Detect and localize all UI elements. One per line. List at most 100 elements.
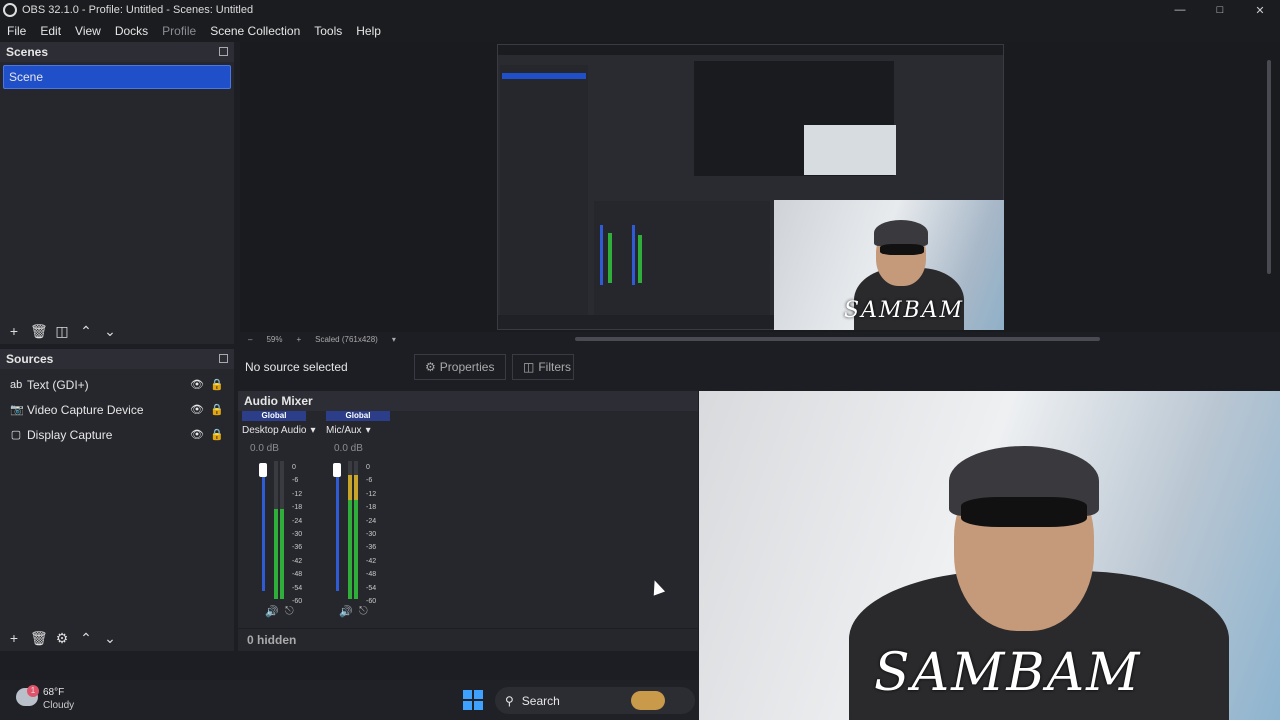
weather-condition: Cloudy xyxy=(43,700,75,711)
maximize-button[interactable]: □ xyxy=(1200,0,1240,20)
meter-segment xyxy=(274,509,278,599)
meter-segment xyxy=(348,499,352,599)
meter-ticks: 0 -6 -12 -18 -24 -30 -36 -42 -48 -54 -60 xyxy=(292,461,302,608)
filters-button[interactable]: ◫ Filters xyxy=(512,354,574,380)
level-meter xyxy=(274,461,278,599)
menu-scene-collection[interactable]: Scene Collection xyxy=(203,24,307,38)
eye-icon[interactable]: 👁 xyxy=(190,428,204,441)
source-item[interactable]: ▢ Display Capture 👁 🔒 xyxy=(0,422,234,447)
properties-label: Properties xyxy=(439,360,495,374)
meter-segment xyxy=(354,499,358,599)
meter-tick: -36 xyxy=(292,544,303,552)
monitor-audio-icon[interactable]: ⎋ xyxy=(285,605,294,618)
meter-tick: -30 xyxy=(366,531,377,539)
menu-edit[interactable]: Edit xyxy=(33,24,68,38)
chevron-down-icon[interactable]: ▾ xyxy=(311,425,316,436)
audio-mixer-title: Audio Mixer xyxy=(244,394,313,408)
lock-icon[interactable]: 🔒 xyxy=(210,428,224,441)
camera-icon: 📷 xyxy=(10,404,24,416)
menu-help[interactable]: Help xyxy=(349,24,388,38)
meter-segment xyxy=(280,509,284,599)
speaker-icon[interactable]: 🔊 xyxy=(339,605,353,618)
search-icon: ⚲ xyxy=(505,693,514,708)
add-icon[interactable]: + xyxy=(6,323,22,339)
meter-ticks: 0 -6 -12 -18 -24 -30 -36 -42 -48 -54 -60 xyxy=(366,461,376,608)
meter-tick: -12 xyxy=(366,490,377,498)
menu-file[interactable]: File xyxy=(0,24,33,38)
scale-mode[interactable]: Scaled (761x428) xyxy=(315,335,378,344)
source-label: Display Capture xyxy=(27,427,113,442)
meter-tick: -6 xyxy=(292,477,299,485)
meter-tick: -6 xyxy=(366,477,373,485)
channel-db: 0.0 dB xyxy=(334,443,363,454)
filter-icon[interactable]: ◫ xyxy=(54,323,70,340)
minimize-button[interactable]: — xyxy=(1160,0,1200,20)
taskbar-search[interactable]: ⚲ Search xyxy=(495,687,695,714)
sources-header: Sources xyxy=(0,349,234,369)
properties-button[interactable]: ⚙ Properties xyxy=(414,354,506,380)
channel-db: 0.0 dB xyxy=(250,443,279,454)
undock-icon[interactable] xyxy=(219,354,228,363)
menu-tools[interactable]: Tools xyxy=(307,24,349,38)
volume-knob[interactable] xyxy=(259,463,267,477)
move-down-icon[interactable]: ⌄ xyxy=(102,323,118,340)
notification-badge: 1 xyxy=(27,685,39,697)
source-item[interactable]: ab Text (GDI+) 👁 🔒 xyxy=(0,372,234,397)
scenes-toolbar: + 🗑 ◫ ⌃ ⌄ xyxy=(0,320,118,342)
scene-item-label: Scene xyxy=(9,70,44,84)
move-up-icon[interactable]: ⌃ xyxy=(78,323,94,340)
meter-tick: -12 xyxy=(292,490,303,498)
trash-icon[interactable]: 🗑 xyxy=(30,323,48,340)
meter-segment xyxy=(354,474,358,500)
meter-tick: -30 xyxy=(292,531,303,539)
zoom-out-icon[interactable]: – xyxy=(248,335,252,344)
gear-icon[interactable]: ⚙ xyxy=(54,630,70,647)
monitor-icon: ▢ xyxy=(10,429,22,441)
scenes-title: Scenes xyxy=(6,45,49,59)
close-button[interactable]: ✕ xyxy=(1240,0,1280,20)
add-icon[interactable]: + xyxy=(6,630,22,646)
zoom-level: 59% xyxy=(266,334,283,344)
meter-segment xyxy=(348,474,352,500)
chevron-down-icon[interactable]: ▾ xyxy=(392,335,396,344)
lock-icon[interactable]: 🔒 xyxy=(210,403,224,416)
lock-icon[interactable]: 🔒 xyxy=(210,378,224,391)
eye-icon[interactable]: 👁 xyxy=(190,378,204,391)
channel-name: Mic/Aux xyxy=(326,425,362,436)
menu-view[interactable]: View xyxy=(68,24,108,38)
context-bar: No source selected ⚙ Properties ◫ Filter… xyxy=(240,349,1280,385)
undock-icon[interactable] xyxy=(219,47,228,56)
search-label: Search xyxy=(521,693,560,708)
overlay-text-big: SAMBAM xyxy=(874,643,1142,703)
source-label: Text (GDI+) xyxy=(27,377,89,392)
webcam-preview: SAMBAM xyxy=(774,200,1004,330)
volume-slider[interactable] xyxy=(262,463,265,591)
speaker-icon[interactable]: 🔊 xyxy=(265,605,279,618)
zoom-in-icon[interactable]: + xyxy=(296,335,301,344)
eye-icon[interactable]: 👁 xyxy=(190,403,204,416)
no-source-label: No source selected xyxy=(245,360,348,374)
horizontal-scrollbar[interactable] xyxy=(575,337,1100,341)
chevron-down-icon[interactable]: ▾ xyxy=(366,425,371,436)
monitor-audio-icon[interactable]: ⎋ xyxy=(359,605,368,618)
global-badge: Global xyxy=(242,411,306,421)
window-title: OBS 32.1.0 - Profile: Untitled - Scenes:… xyxy=(22,4,254,16)
scene-item[interactable]: Scene xyxy=(3,65,231,89)
move-up-icon[interactable]: ⌃ xyxy=(78,630,94,647)
volume-knob[interactable] xyxy=(333,463,341,477)
level-meter xyxy=(280,461,284,599)
meter-tick: 0 xyxy=(366,464,370,471)
overlay-text-small: SAMBAM xyxy=(844,298,965,323)
vertical-scrollbar[interactable] xyxy=(1267,60,1271,274)
volume-slider[interactable] xyxy=(336,463,339,591)
trash-icon[interactable]: 🗑 xyxy=(30,630,48,647)
windows-start-icon[interactable] xyxy=(463,690,483,710)
sources-toolbar: + 🗑 ⚙ ⌃ ⌄ xyxy=(0,627,118,649)
source-item[interactable]: 📷 Video Capture Device 👁 🔒 xyxy=(0,397,234,422)
menu-docks[interactable]: Docks xyxy=(108,24,155,38)
search-highlight-icon xyxy=(631,691,665,710)
menu-profile[interactable]: Profile xyxy=(155,24,203,38)
meter-tick: -24 xyxy=(292,517,303,525)
webcam-overlay: SAMBAM xyxy=(699,391,1280,720)
move-down-icon[interactable]: ⌄ xyxy=(102,630,118,647)
